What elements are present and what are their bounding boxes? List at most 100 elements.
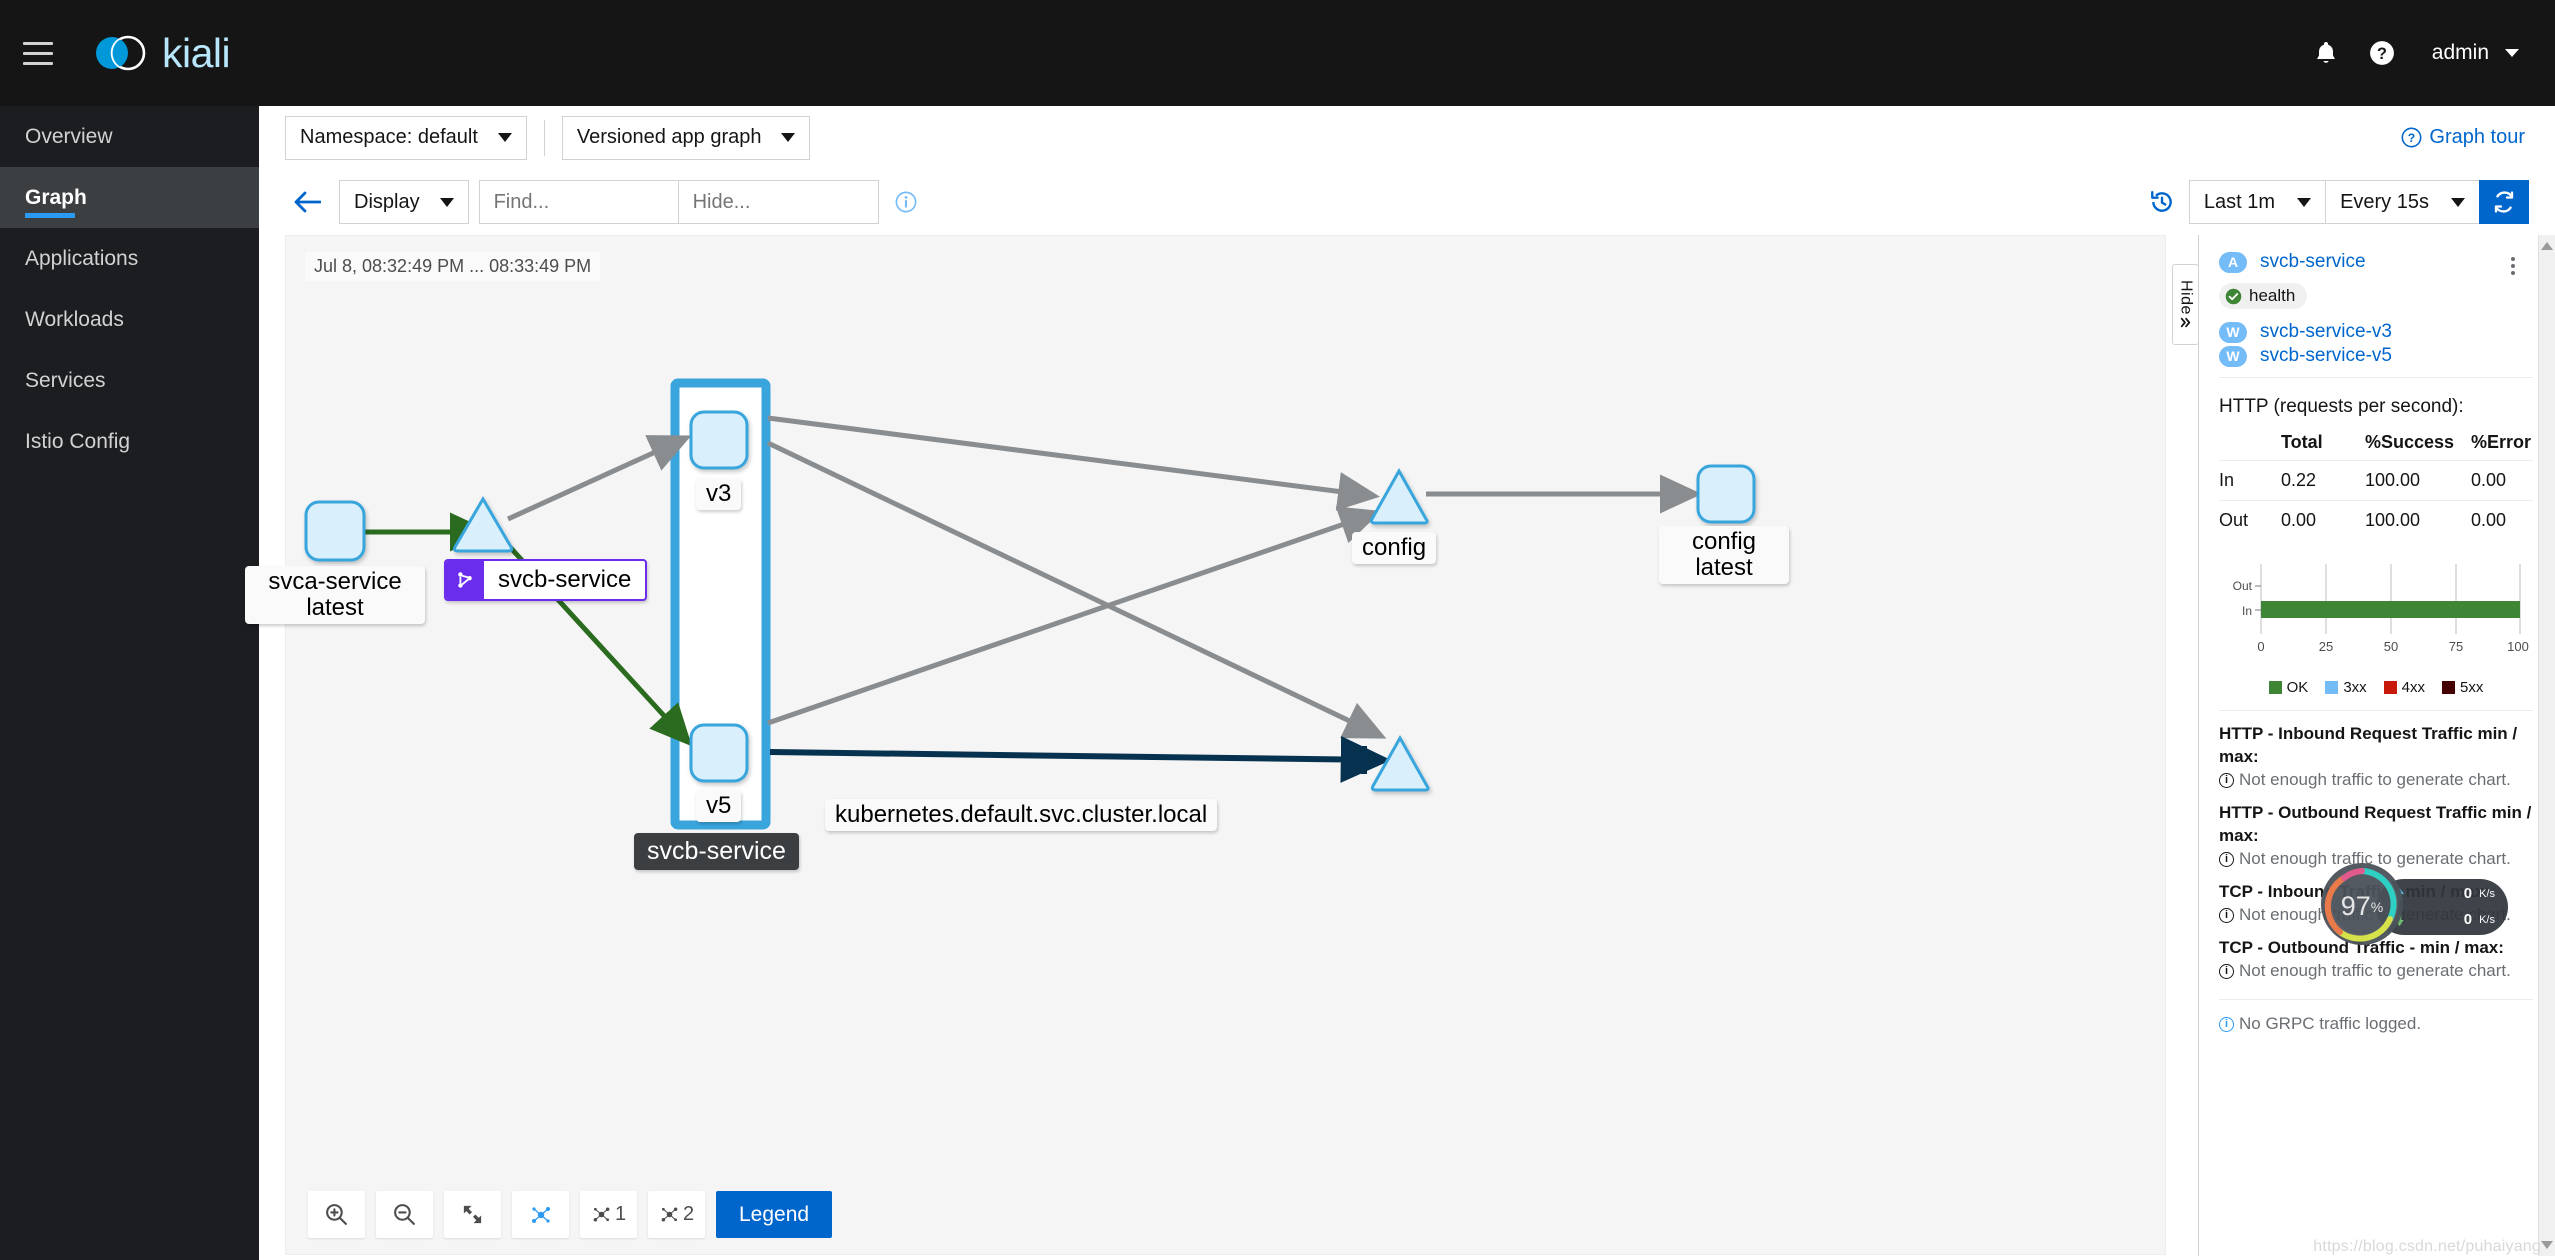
graph-node-svcb-service[interactable] xyxy=(452,496,514,553)
workload-name-link[interactable]: svcb-service-v3 xyxy=(2260,321,2392,343)
refresh-interval-label: Every 15s xyxy=(2340,190,2429,213)
fit-to-screen-button[interactable] xyxy=(444,1191,501,1238)
traffic-mini-chart: Out In 0 25 50 75 100 OK 3xx 4xx 5xx xyxy=(2219,558,2533,696)
panel-scrollbar[interactable] xyxy=(2538,235,2555,1256)
display-menu-label: Display xyxy=(354,190,420,213)
brand-logo-group[interactable]: kiali xyxy=(92,28,231,78)
sidebar-item-overview[interactable]: Overview xyxy=(0,106,259,167)
zoom-out-button[interactable] xyxy=(376,1191,433,1238)
graph-tools: 1 2 Legend xyxy=(308,1191,833,1238)
legend-label: 4xx xyxy=(2401,679,2426,696)
scroll-up-icon[interactable] xyxy=(2541,242,2553,250)
layout-1-button[interactable]: 1 xyxy=(580,1191,637,1238)
graph-canvas[interactable]: Jul 8, 08:32:49 PM ... 08:33:49 PM svca-… xyxy=(245,235,2166,1255)
graph-node-label-svcb-service: svcb-service xyxy=(444,559,648,601)
sidebar-item-workloads[interactable]: Workloads xyxy=(0,289,259,350)
display-menu-button[interactable]: Display xyxy=(339,180,469,224)
graph-group-label-svcb-service: svcb-service xyxy=(634,833,799,870)
sidebar-item-services[interactable]: Services xyxy=(0,350,259,411)
workload-name-link[interactable]: svcb-service-v5 xyxy=(2260,345,2392,367)
namespace-selector-label: Namespace: default xyxy=(300,126,478,148)
graph-tour-link[interactable]: ? Graph tour xyxy=(2401,126,2525,149)
bell-icon[interactable] xyxy=(2298,25,2354,81)
duration-selector[interactable]: Last 1m xyxy=(2188,180,2326,224)
cpu-usage-value: 97% xyxy=(2320,862,2404,951)
panel-divider xyxy=(2219,998,2533,1000)
time-controls: Last 1m Every 15s xyxy=(2149,180,2529,224)
legend-label: OK xyxy=(2286,679,2309,696)
check-circle-icon xyxy=(2225,288,2242,304)
graph-type-label: Versioned app graph xyxy=(576,126,762,148)
app-name-link[interactable]: svcb-service xyxy=(2260,251,2366,273)
chevron-down-icon xyxy=(2505,49,2519,57)
legend-button[interactable]: Legend xyxy=(716,1191,833,1238)
arrow-left-icon[interactable] xyxy=(285,180,329,224)
legend-item-3xx: 3xx xyxy=(2325,679,2367,696)
user-menu[interactable]: admin xyxy=(2410,41,2529,65)
hamburger-icon[interactable] xyxy=(0,0,76,106)
section-message-row: i Not enough traffic to generate chart. xyxy=(2219,770,2533,790)
legend-item-5xx: 5xx xyxy=(2442,679,2483,696)
graph-edge-v5-to-kubernetes-tcp[interactable] xyxy=(769,736,1392,783)
legend-item-4xx: 4xx xyxy=(2383,679,2426,696)
cell-total: 0.22 xyxy=(2281,470,2317,490)
chart-xtick-0: 0 xyxy=(2257,639,2264,654)
graph-node-label-config: config xyxy=(1352,532,1437,564)
layout-2-button[interactable]: 2 xyxy=(648,1191,705,1238)
layout-1-label: 1 xyxy=(614,1203,627,1225)
network-speed-overlay[interactable]: 97% 0 K/s 0 K/s xyxy=(2320,862,2508,951)
refresh-button[interactable] xyxy=(2479,180,2529,224)
brand-title: kiali xyxy=(162,29,231,76)
layout-default-button[interactable] xyxy=(512,1191,569,1238)
namespace-selector[interactable]: Namespace: default xyxy=(285,115,527,160)
refresh-interval-selector[interactable]: Every 15s xyxy=(2325,180,2479,224)
graph-node-config[interactable] xyxy=(1369,467,1429,525)
cell-error: 0.00 xyxy=(2471,470,2507,490)
graph-node-config-latest[interactable] xyxy=(1696,464,1756,524)
question-circle-icon[interactable]: ? xyxy=(2354,25,2410,81)
chevron-down-icon xyxy=(2297,197,2312,207)
table-header-row: Total %Success %Error xyxy=(2219,430,2533,461)
graph-toolbar-top: Namespace: default Versioned app graph ?… xyxy=(259,106,2555,169)
virtualservice-icon xyxy=(446,561,484,599)
sidebar-item-graph[interactable]: Graph xyxy=(0,167,259,228)
sidebar-item-label: Applications xyxy=(25,246,139,270)
info-circle-icon: i xyxy=(2219,963,2234,979)
history-icon[interactable] xyxy=(2149,189,2175,215)
sidebar-item-applications[interactable]: Applications xyxy=(0,228,259,289)
hide-input[interactable] xyxy=(678,180,879,224)
graph-type-selector[interactable]: Versioned app graph xyxy=(561,115,811,160)
question-circle-icon: ? xyxy=(2401,127,2422,148)
chart-xtick-50: 50 xyxy=(2384,639,2398,654)
section-title: HTTP - Outbound Request Traffic min / ma… xyxy=(2219,802,2532,845)
graph-node-svca-service[interactable] xyxy=(304,500,366,562)
graph-toolbar-filters: Display Last 1m xyxy=(259,169,2555,235)
zoom-in-button[interactable] xyxy=(308,1191,365,1238)
graph-node-label-v5: v5 xyxy=(696,790,742,822)
graph-edge-svcbservice-to-v3[interactable] xyxy=(506,435,692,522)
find-input[interactable] xyxy=(478,180,679,224)
th-error: %Error xyxy=(2471,432,2532,452)
panel-workload-row: W svcb-service-v5 xyxy=(2219,345,2533,367)
info-circle-icon: i xyxy=(2219,851,2234,867)
sidebar-item-istio-config[interactable]: Istio Config xyxy=(0,411,259,472)
zoom-out-icon xyxy=(394,1204,415,1225)
th-success: %Success xyxy=(2365,432,2455,452)
hide-side-panel-tab[interactable]: Hide xyxy=(2172,264,2199,345)
th-total: Total xyxy=(2281,432,2323,452)
info-circle-icon[interactable] xyxy=(895,191,917,213)
expand-arrows-icon xyxy=(463,1205,482,1224)
section-message: Not enough traffic to generate chart. xyxy=(2239,769,2511,789)
scroll-down-icon[interactable] xyxy=(2541,1241,2553,1249)
graph-node-v3[interactable] xyxy=(689,410,749,470)
info-circle-icon: i xyxy=(2219,907,2234,923)
http-metrics-table: Total %Success %Error In 0.22 100.00 0.0… xyxy=(2219,430,2533,540)
percent-unit: % xyxy=(2370,898,2384,915)
sidebar-nav: Overview Graph Applications Workloads Se… xyxy=(0,106,259,1260)
graph-node-v5[interactable] xyxy=(689,723,749,783)
ellipsis-vertical-icon[interactable] xyxy=(2507,253,2519,279)
detail-side-panel: A svcb-service health W svcb-service-v3 … xyxy=(2198,235,2555,1256)
graph-node-kubernetes[interactable] xyxy=(1370,734,1430,792)
graph-node-label-kubernetes: kubernetes.default.svc.cluster.local xyxy=(825,799,1218,831)
http-metrics-title: HTTP (requests per second): xyxy=(2219,396,2464,417)
